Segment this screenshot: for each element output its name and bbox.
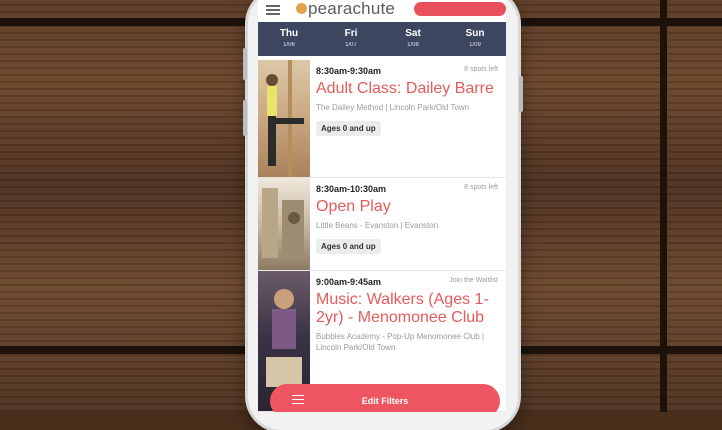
class-title[interactable]: Open Play bbox=[316, 198, 502, 216]
volume-button bbox=[243, 100, 247, 136]
barre-photo-icon bbox=[258, 60, 310, 177]
age-badge: Ages 0 and up bbox=[316, 239, 381, 254]
day-date: 1/09 bbox=[469, 42, 481, 48]
class-venue: The Dailey Method | Lincoln Park/Old Tow… bbox=[316, 103, 470, 112]
spots-status: 8 spots left bbox=[464, 66, 498, 73]
app-header: pearachute bbox=[258, 0, 506, 18]
hamburger-menu-icon[interactable] bbox=[266, 5, 280, 15]
age-badge: Ages 0 and up bbox=[316, 121, 381, 136]
class-photo bbox=[258, 60, 310, 177]
pear-logo-icon bbox=[296, 3, 307, 14]
day-name: Sun bbox=[465, 28, 485, 39]
day-date: 1/08 bbox=[407, 42, 419, 48]
day-name: Sat bbox=[405, 28, 421, 39]
day-name: Thu bbox=[279, 28, 299, 39]
tab-fri[interactable]: Fri 1/07 bbox=[320, 22, 382, 56]
play-area-photo-icon bbox=[262, 188, 304, 260]
volume-button bbox=[243, 48, 247, 80]
day-date: 1/07 bbox=[345, 42, 357, 48]
app-logo: pearachute bbox=[308, 0, 396, 18]
day-name: Fri bbox=[344, 28, 358, 39]
spots-status: 8 spots left bbox=[464, 184, 498, 191]
class-card[interactable]: 8:30am-10:30am 8 spots left Open Play Li… bbox=[258, 178, 506, 271]
header-action-button[interactable] bbox=[414, 2, 506, 16]
class-list: 8:30am-9:30am 8 spots left Adult Class: … bbox=[258, 60, 506, 412]
class-title[interactable]: Adult Class: Dailey Barre bbox=[316, 80, 502, 98]
edit-filters-label: Edit Filters bbox=[361, 396, 409, 406]
plank-gap bbox=[660, 0, 667, 412]
class-info: 8:30am-9:30am 8 spots left Adult Class: … bbox=[316, 66, 502, 136]
day-date: 1/06 bbox=[283, 42, 295, 48]
class-card[interactable]: 8:30am-9:30am 8 spots left Adult Class: … bbox=[258, 60, 506, 178]
class-venue: Bubbles Academy - Pop-Up Menomonee Club … bbox=[316, 332, 484, 352]
waitlist-status[interactable]: Join the Waitlist bbox=[449, 277, 498, 284]
app-screen: pearachute Thu 1/06 Fri 1/07 Sat 1/08 Su… bbox=[258, 0, 506, 412]
class-info: 9:00am-9:45am Join the Waitlist Music: W… bbox=[316, 277, 502, 353]
class-photo bbox=[258, 178, 310, 270]
tab-sat[interactable]: Sat 1/08 bbox=[382, 22, 444, 56]
edit-filters-button[interactable]: Edit Filters bbox=[270, 384, 500, 412]
class-info: 8:30am-10:30am 8 spots left Open Play Li… bbox=[316, 184, 502, 254]
class-venue: Little Beans - Evanston | Evanston bbox=[316, 221, 439, 230]
tab-thu[interactable]: Thu 1/06 bbox=[258, 22, 320, 56]
power-button bbox=[519, 76, 523, 112]
class-title[interactable]: Music: Walkers (Ages 1-2yr) - Menomonee … bbox=[316, 291, 502, 327]
day-tabs: Thu 1/06 Fri 1/07 Sat 1/08 Sun 1/09 bbox=[258, 22, 506, 56]
tab-sun[interactable]: Sun 1/09 bbox=[444, 22, 506, 56]
